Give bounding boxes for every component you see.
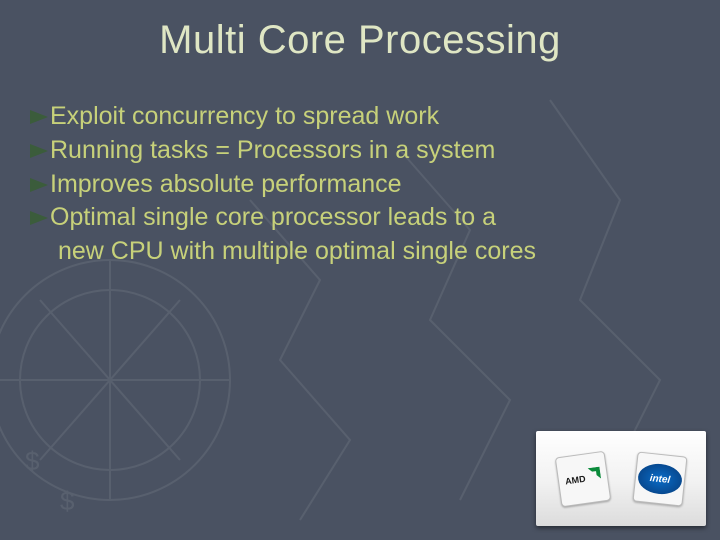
bullet-text: Improves absolute performance (50, 170, 402, 198)
intel-chip-icon: intel (625, 444, 693, 512)
list-item: Exploit concurrency to spread work (30, 100, 680, 134)
bullet-text: Exploit concurrency to spread work (50, 102, 439, 130)
list-item: Optimal single core processor leads to a… (30, 201, 680, 269)
amd-label: AMD (564, 473, 586, 486)
bullet-list: Exploit concurrency to spread work Runni… (30, 100, 680, 269)
svg-text:$: $ (25, 446, 40, 476)
intel-label: intel (636, 461, 683, 495)
bullet-arrow-icon (30, 201, 48, 235)
bullet-continuation: new CPU with multiple optimal single cor… (30, 235, 680, 269)
bullet-text: Running tasks = Processors in a system (50, 136, 495, 164)
bullet-arrow-icon (30, 134, 48, 168)
amd-chip-icon: AMD (547, 443, 617, 513)
svg-text:$: $ (60, 486, 75, 516)
bullet-text: Optimal single core processor leads to a (50, 203, 496, 231)
slide: $ $ Multi Core Processing Exploit concur… (0, 0, 720, 540)
list-item: Running tasks = Processors in a system (30, 134, 680, 168)
list-item: Improves absolute performance (30, 168, 680, 202)
bullet-arrow-icon (30, 168, 48, 202)
chip-photo: AMD intel (536, 431, 706, 526)
bullet-arrow-icon (30, 100, 48, 134)
slide-title: Multi Core Processing (0, 18, 720, 63)
